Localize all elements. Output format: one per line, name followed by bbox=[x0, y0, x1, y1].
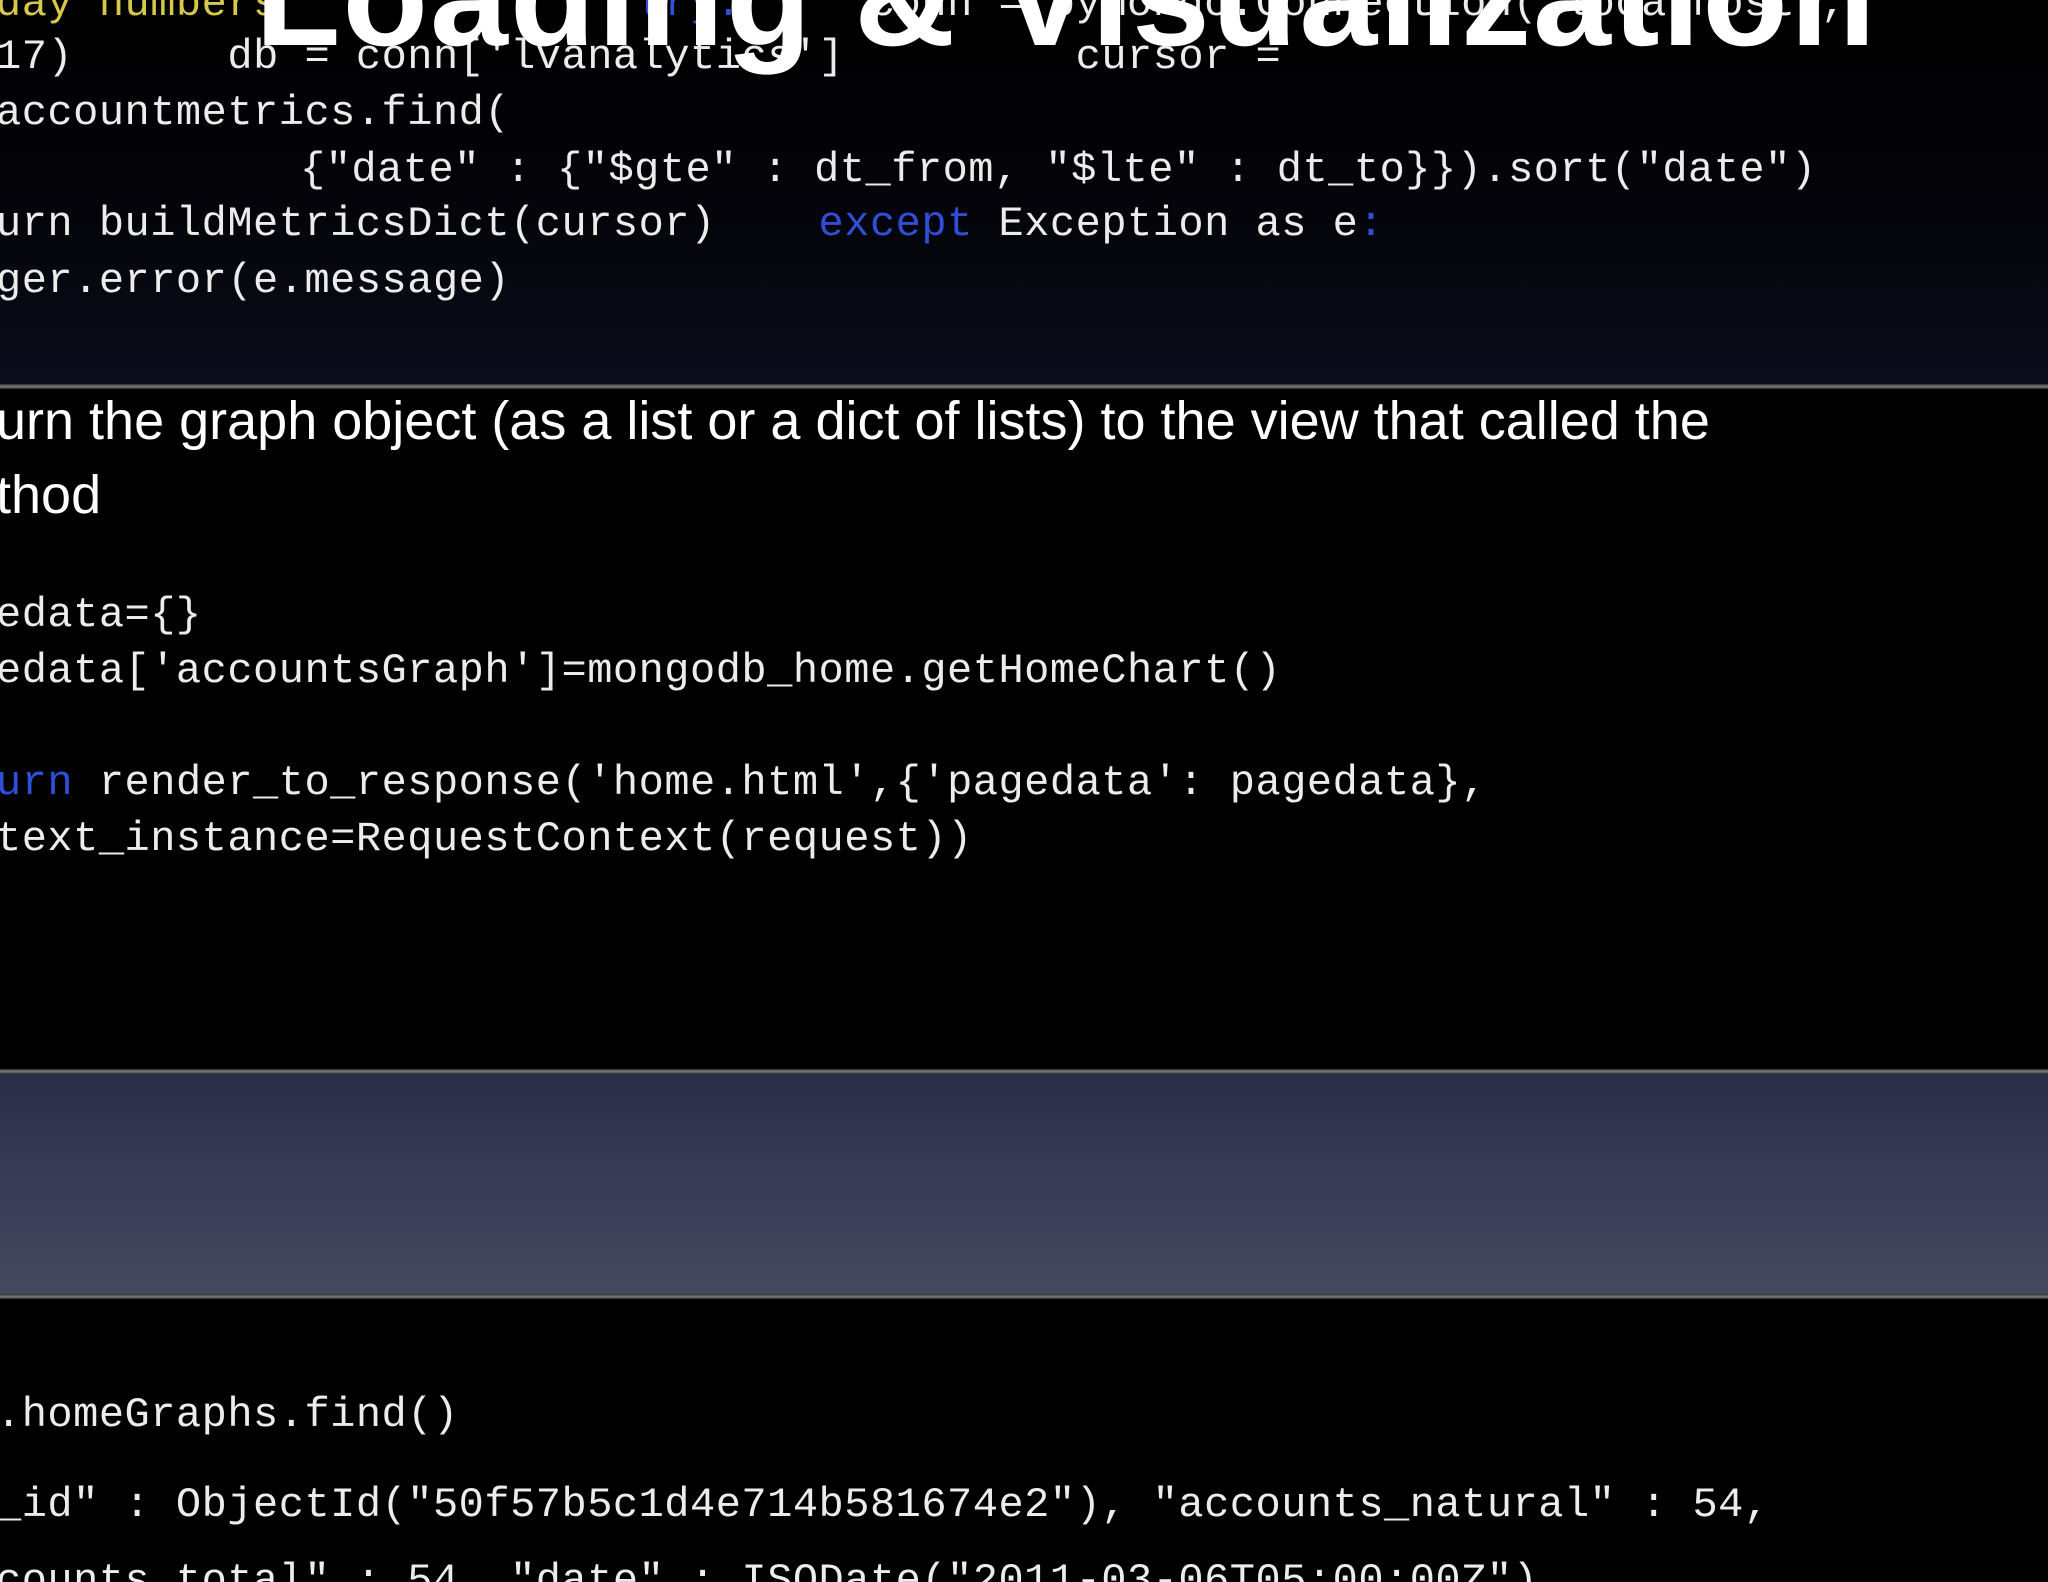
code-comment: day numbers bbox=[0, 0, 279, 28]
code-text: urn buildMetricsDict(cursor) bbox=[0, 200, 716, 248]
code-result-line-2: counts_total" : 54, "date" : ISODate("20… bbox=[0, 1557, 1539, 1582]
code-keyword-return: urn bbox=[0, 759, 74, 807]
code-find-homegraphs: .homeGraphs.find() bbox=[0, 1391, 459, 1439]
code-line-4: {"date" : {"$gte" : dt_from, "$lte" : dt… bbox=[300, 146, 1817, 194]
code-render-return: urn render_to_response('home.html',{'pag… bbox=[0, 759, 1487, 807]
description-line-2: thod bbox=[0, 465, 102, 525]
code-text: render_to_response('home.html',{'pagedat… bbox=[73, 759, 1487, 807]
code-text: 17) bbox=[0, 33, 74, 81]
code-line-5: urn buildMetricsDict(cursor) except Exce… bbox=[0, 200, 1384, 248]
code-keyword-colon: : bbox=[1358, 200, 1385, 248]
slide-title: Loading & Visualization bbox=[255, 0, 1877, 78]
code-text: Exception as e bbox=[998, 200, 1359, 248]
middle-panel: urn the graph object (as a list or a dic… bbox=[0, 389, 2048, 1069]
code-pagedata-init: edata={} bbox=[0, 591, 202, 639]
code-pagedata-assign: edata['accountsGraph']=mongodb_home.getH… bbox=[0, 647, 1282, 695]
code-result-line-1: _id" : ObjectId("50f57b5c1d4e714b581674e… bbox=[0, 1481, 1770, 1529]
top-code-panel: day numbers try: conn = pymongo.Connecti… bbox=[0, 0, 2048, 384]
code-line-3: accountmetrics.find( bbox=[0, 89, 511, 137]
code-context-instance: text_instance=RequestContext(request)) bbox=[0, 815, 973, 863]
bottom-code-panel: .homeGraphs.find() _id" : ObjectId("50f5… bbox=[0, 1299, 2048, 1582]
code-line-6: ger.error(e.message) bbox=[0, 257, 511, 305]
gradient-band bbox=[0, 1074, 2048, 1294]
description-line-1: urn the graph object (as a list or a dic… bbox=[0, 391, 1710, 451]
code-keyword-except: except bbox=[818, 200, 973, 248]
